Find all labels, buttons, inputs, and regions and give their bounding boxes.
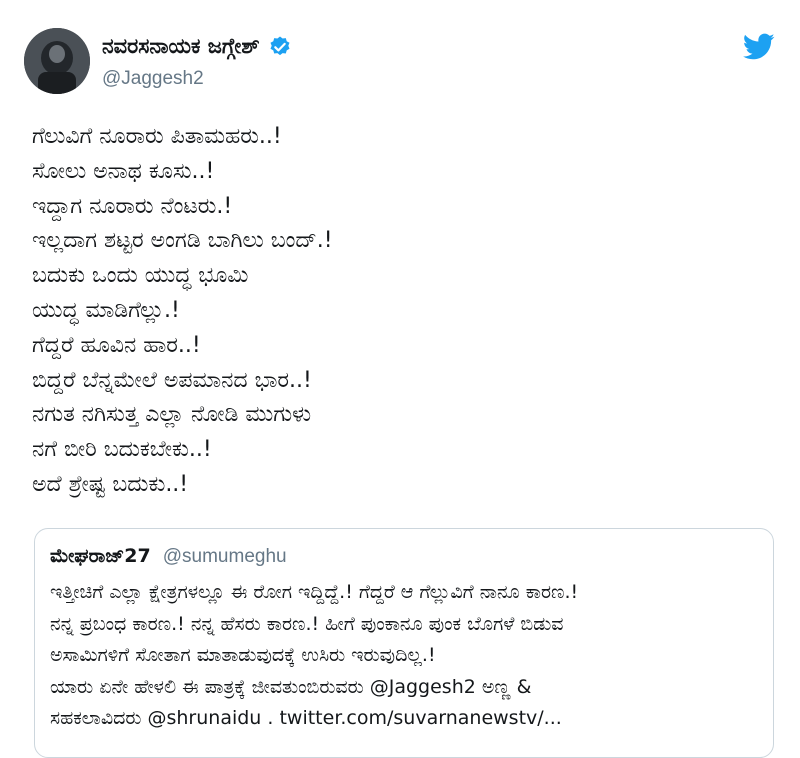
display-name-text[interactable]: ನವರಸನಾಯಕ ಜಗ್ಗೇಶ್ <box>102 34 260 59</box>
quoted-display-name[interactable]: ಮೇಘರಾಜ್27 <box>50 545 151 567</box>
tweet-line: ಅದೆ ಶ್ರೇಷ್ಟ ಬದುಕು..! <box>32 471 189 497</box>
tweet-line: ನಗುತ ನಗಿಸುತ್ತ ಎಲ್ಲಾ ನೋಡಿ ಮುಗುಳು <box>32 402 312 428</box>
tweet-line: ಇಲ್ಲದಾಗ ಶಟ್ಟರ ಅಂಗಡಿ ಬಾಗಿಲು ಬಂದ್.! <box>32 228 333 254</box>
quoted-line: ಯಾರು ಏನೇ ಹೇಳಲಿ ಈ ಪಾತ್ರಕ್ಕೆ ಜೀವತುಂಬಿರುವರು… <box>50 675 532 698</box>
tweet-line: ಇದ್ದಾಗ ನೂರಾರು ನೆಂಟರು.! <box>32 193 233 219</box>
tweet-line: ಗೆದ್ದರೆ ಹೂವಿನ ಹಾರ..! <box>32 332 201 358</box>
tweet-line: ಸೋಲು ಅನಾಥ ಕೂಸು..! <box>32 158 215 184</box>
tweet-line: ನಗೆ ಬೀರಿ ಬದುಕಬೇಕು..! <box>32 437 212 463</box>
tweet-line: ಯುದ್ಧ ಮಾಡಿಗೆಲ್ಲು.! <box>32 297 180 323</box>
tweet-text: ಗೆಲುವಿಗೆ ನೂರಾರು ಪಿತಾಮಹರು..! ಸೋಲು ಅನಾಥ ಕೂ… <box>32 120 772 503</box>
quoted-tweet-text: ಇತ್ತೀಚಿಗೆ ಎಲ್ಲಾ ಕ್ಷೇತ್ರಗಳಲ್ಲೂ ಈ ರೋಗ ಇದ್ದ… <box>50 577 770 735</box>
twitter-bird-icon[interactable] <box>742 33 775 61</box>
quoted-line: ನನ್ನ ಪ್ರಬಂಧ ಕಾರಣ.! ನನ್ನ ಹೆಸರು ಕಾರಣ.! ಹೀಗ… <box>50 612 564 635</box>
tweet-card: ನವರಸನಾಯಕ ಜಗ್ಗೇಶ್ @Jaggesh2 ಗೆಲುವಿಗೆ ನೂರಾ… <box>0 0 800 758</box>
avatar[interactable] <box>24 28 90 94</box>
quoted-user-handle[interactable]: @sumumeghu <box>163 546 287 567</box>
tweet-line: ಬದುಕು ಒಂದು ಯುದ್ಧ ಭೂಮಿ <box>32 263 249 289</box>
tweet-line: ಗೆಲುವಿಗೆ ನೂರಾರು ಪಿತಾಮಹರು..! <box>32 124 282 149</box>
display-name[interactable]: ನವರಸನಾಯಕ ಜಗ್ಗೇಶ್ <box>102 34 292 59</box>
quoted-tweet[interactable]: ಮೇಘರಾಜ್27 @sumumeghu ಇತ್ತೀಚಿಗೆ ಎಲ್ಲಾ ಕ್ಷ… <box>34 528 774 758</box>
user-handle[interactable]: @Jaggesh2 <box>102 68 204 90</box>
quoted-line: ಇತ್ತೀಚಿಗೆ ಎಲ್ಲಾ ಕ್ಷೇತ್ರಗಳಲ್ಲೂ ಈ ರೋಗ ಇದ್ದ… <box>50 581 579 603</box>
tweet-line: ಬಿದ್ದರೆ ಬೆನ್ನಮೇಲೆ ಅಪಮಾನದ ಭಾರ..! <box>32 367 312 393</box>
verified-badge-icon <box>268 35 292 59</box>
quoted-line: ಸಹಕಲಾವಿದರು @shrunaidu . twitter.com/suva… <box>50 707 562 729</box>
quoted-line: ಅಸಾಮಿಗಳಿಗೆ ಸೋತಾಗ ಮಾತಾಡುವುದಕ್ಕೆ ಉಸಿರು ಇರು… <box>50 644 436 666</box>
quoted-tweet-header: ಮೇಘರಾಜ್27 @sumumeghu <box>50 545 287 568</box>
